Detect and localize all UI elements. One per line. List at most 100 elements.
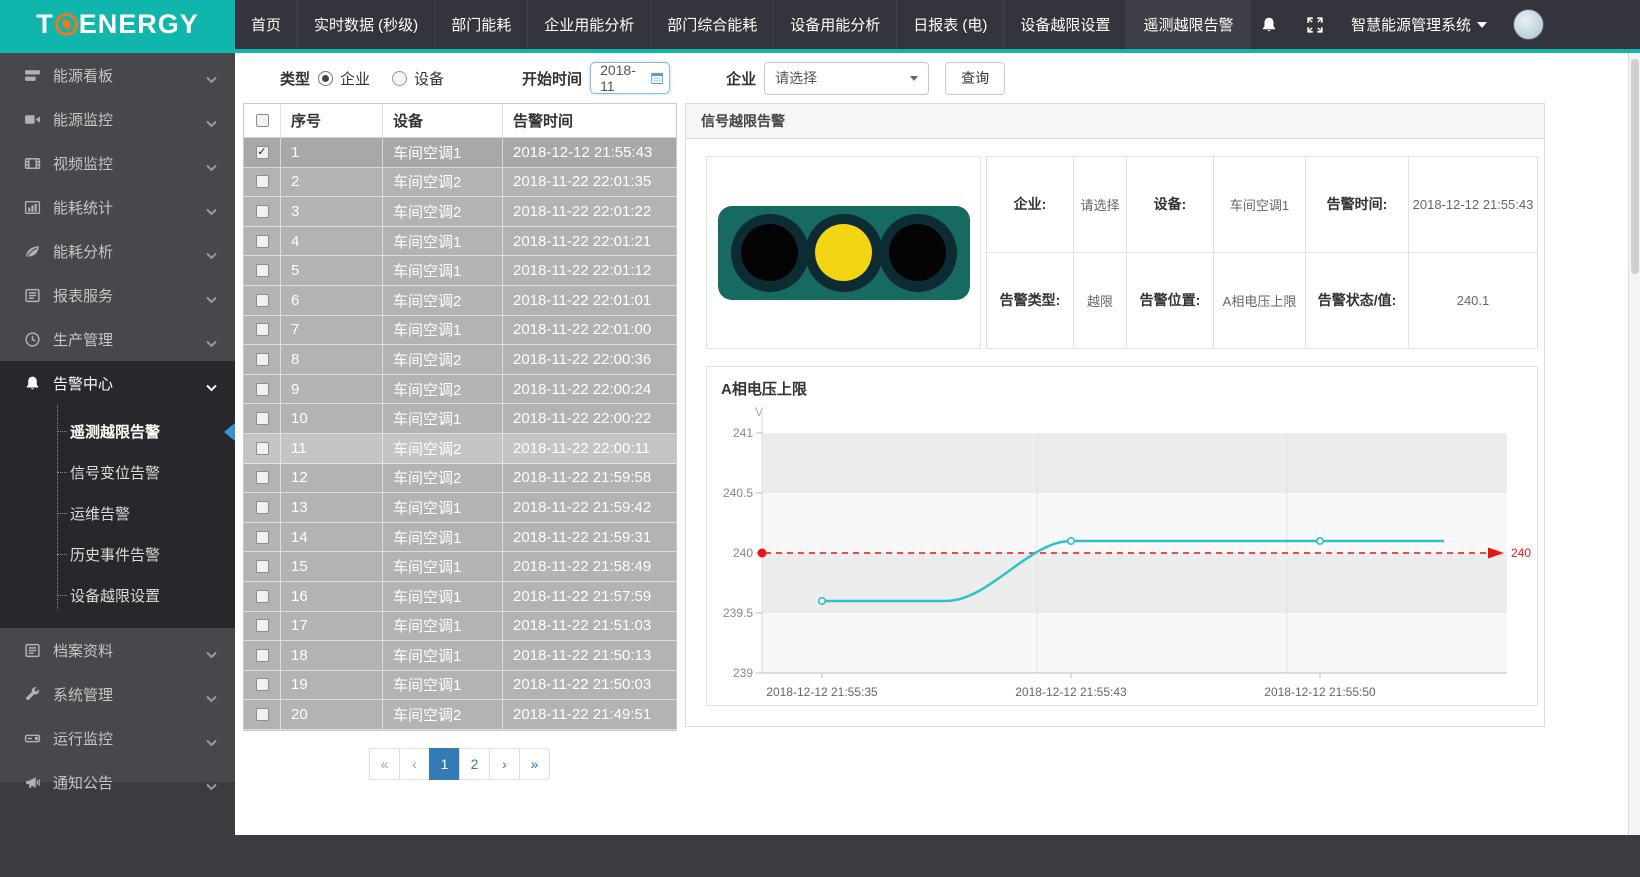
row-checkbox[interactable] — [256, 412, 269, 425]
sidebar-subitem[interactable]: 设备越限设置 — [0, 575, 235, 616]
table-row[interactable]: 13 车间空调1 2018-11-22 21:59:42 — [244, 493, 676, 523]
table-row[interactable]: 11 车间空调2 2018-11-22 22:00:11 — [244, 434, 676, 464]
page-button[interactable]: › — [489, 748, 520, 780]
select-all-checkbox[interactable] — [256, 114, 269, 127]
scrollbar-thumb[interactable] — [1631, 59, 1639, 274]
row-checkbox[interactable] — [256, 501, 269, 514]
type-radio[interactable]: 设备 — [392, 68, 444, 89]
sidebar-subitem-label: 信号变位告警 — [70, 462, 160, 483]
sidebar-item-video-monitor[interactable]: 视频监控 — [0, 141, 235, 185]
table-row[interactable]: 14 车间空调1 2018-11-22 21:59:31 — [244, 523, 676, 553]
page-button[interactable]: 2 — [459, 748, 490, 780]
page-button[interactable]: « — [369, 748, 400, 780]
page-button[interactable]: » — [519, 748, 550, 780]
sidebar-item-energy-analysis[interactable]: 能耗分析 — [0, 229, 235, 273]
row-checkbox[interactable] — [256, 708, 269, 721]
type-radio[interactable]: 企业 — [318, 68, 370, 89]
table-row[interactable]: 15 车间空调1 2018-11-22 21:58:49 — [244, 552, 676, 582]
table-row[interactable]: 7 车间空调1 2018-11-22 22:01:00 — [244, 316, 676, 346]
row-checkbox[interactable] — [256, 619, 269, 632]
start-time-input[interactable]: 2018-11 — [590, 62, 670, 94]
table-row[interactable]: 17 车间空调1 2018-11-22 21:51:03 — [244, 612, 676, 642]
fullscreen-icon[interactable] — [1305, 15, 1325, 35]
sidebar-item-alarm-center[interactable]: 告警中心 — [0, 361, 235, 405]
table-row[interactable]: 20 车间空调2 2018-11-22 21:49:51 — [244, 700, 676, 730]
top-nav-item[interactable]: 设备越限设置 — [1004, 0, 1127, 49]
row-checkbox[interactable] — [256, 590, 269, 603]
top-nav-item[interactable]: 设备用能分析 — [774, 0, 897, 49]
query-button[interactable]: 查询 — [945, 62, 1005, 95]
row-checkbox[interactable] — [256, 205, 269, 218]
sidebar-item-energy-stats[interactable]: 能耗统计 — [0, 185, 235, 229]
row-checkbox[interactable] — [256, 175, 269, 188]
table-row[interactable]: 18 车间空调1 2018-11-22 21:50:13 — [244, 641, 676, 671]
sidebar-item-archives[interactable]: 档案资料 — [0, 628, 235, 672]
table-row[interactable]: 6 车间空调2 2018-11-22 22:01:01 — [244, 286, 676, 316]
sidebar-item-energy-board[interactable]: 能源看板 — [0, 53, 235, 97]
top-nav-item[interactable]: 部门能耗 — [435, 0, 528, 49]
chevron-down-icon — [1477, 22, 1487, 28]
row-checkbox[interactable] — [256, 353, 269, 366]
sidebar-subitem[interactable]: 遥测越限告警 — [0, 411, 235, 452]
row-checkbox[interactable] — [256, 678, 269, 691]
row-checkbox[interactable] — [256, 649, 269, 662]
info-status-value: 240.1 — [1409, 253, 1537, 349]
table-row[interactable]: 1 车间空调1 2018-12-12 21:55:43 — [244, 138, 676, 168]
table-row[interactable]: 19 车间空调1 2018-11-22 21:50:03 — [244, 671, 676, 701]
sidebar-item-system-mgmt[interactable]: 系统管理 — [0, 672, 235, 716]
enterprise-select[interactable]: 请选择 — [764, 62, 929, 95]
top-nav-item[interactable]: 企业用能分析 — [528, 0, 651, 49]
table-row[interactable]: 3 车间空调2 2018-11-22 22:01:22 — [244, 197, 676, 227]
top-nav-item[interactable]: 部门综合能耗 — [651, 0, 774, 49]
cell-device: 车间空调2 — [383, 168, 503, 197]
sidebar-item-production-mgmt[interactable]: 生产管理 — [0, 317, 235, 361]
radio-icon[interactable] — [392, 71, 407, 86]
row-checkbox[interactable] — [256, 383, 269, 396]
top-nav-item[interactable]: 实时数据 (秒级) — [298, 0, 435, 49]
table-row[interactable]: 4 车间空调1 2018-11-22 22:01:21 — [244, 227, 676, 257]
app-logo: TENERGY — [0, 0, 235, 49]
vertical-scrollbar[interactable] — [1628, 53, 1640, 835]
table-row[interactable]: 2 车间空调2 2018-11-22 22:01:35 — [244, 168, 676, 198]
top-nav-item[interactable]: 遥测越限告警 — [1127, 0, 1250, 49]
row-checkbox[interactable] — [256, 323, 269, 336]
radio-icon[interactable] — [318, 71, 333, 86]
table-row[interactable]: 9 车间空调2 2018-11-22 22:00:24 — [244, 375, 676, 405]
chevron-down-icon — [206, 646, 217, 654]
avatar[interactable] — [1513, 9, 1544, 40]
table-row[interactable]: 16 车间空调1 2018-11-22 21:57:59 — [244, 582, 676, 612]
table-row[interactable]: 10 车间空调1 2018-11-22 22:00:22 — [244, 404, 676, 434]
top-nav-item[interactable]: 日报表 (电) — [897, 0, 1004, 49]
row-checkbox[interactable] — [256, 442, 269, 455]
table-row[interactable]: 5 车间空调1 2018-11-22 22:01:12 — [244, 256, 676, 286]
sidebar-item-notices[interactable]: 通知公告 — [0, 760, 235, 804]
row-checkbox-cell — [244, 523, 281, 552]
cell-time: 2018-11-22 21:51:03 — [503, 612, 676, 641]
bell-icon[interactable] — [1259, 15, 1279, 35]
row-checkbox[interactable] — [256, 560, 269, 573]
top-nav-item[interactable]: 首页 — [235, 0, 298, 49]
leaf-icon — [24, 243, 41, 260]
row-checkbox[interactable] — [256, 471, 269, 484]
sidebar-item-report-service[interactable]: 报表服务 — [0, 273, 235, 317]
sidebar-subitem[interactable]: 运维告警 — [0, 493, 235, 534]
calendar-icon[interactable] — [651, 71, 663, 85]
system-menu[interactable]: 智慧能源管理系统 — [1351, 14, 1487, 35]
cell-seq: 5 — [281, 256, 383, 285]
row-checkbox[interactable] — [256, 235, 269, 248]
row-checkbox[interactable] — [256, 264, 269, 277]
row-checkbox[interactable] — [256, 294, 269, 307]
row-checkbox[interactable] — [256, 146, 269, 159]
page-button[interactable]: 1 — [429, 748, 460, 780]
page-button[interactable]: ‹ — [399, 748, 430, 780]
row-checkbox[interactable] — [256, 531, 269, 544]
alarm-info-table: 企业: 请选择 设备: 车间空调1 告警时间: 2018-12-12 21:55… — [986, 156, 1538, 349]
cell-seq: 12 — [281, 464, 383, 493]
x-tick: 2018-12-12 21:55:50 — [1264, 685, 1376, 699]
table-row[interactable]: 8 车间空调2 2018-11-22 22:00:36 — [244, 345, 676, 375]
sidebar-subitem[interactable]: 历史事件告警 — [0, 534, 235, 575]
sidebar-item-operation-monitor[interactable]: 运行监控 — [0, 716, 235, 760]
table-row[interactable]: 12 车间空调2 2018-11-22 21:59:58 — [244, 464, 676, 494]
sidebar-item-energy-monitor[interactable]: 能源监控 — [0, 97, 235, 141]
sidebar-subitem[interactable]: 信号变位告警 — [0, 452, 235, 493]
